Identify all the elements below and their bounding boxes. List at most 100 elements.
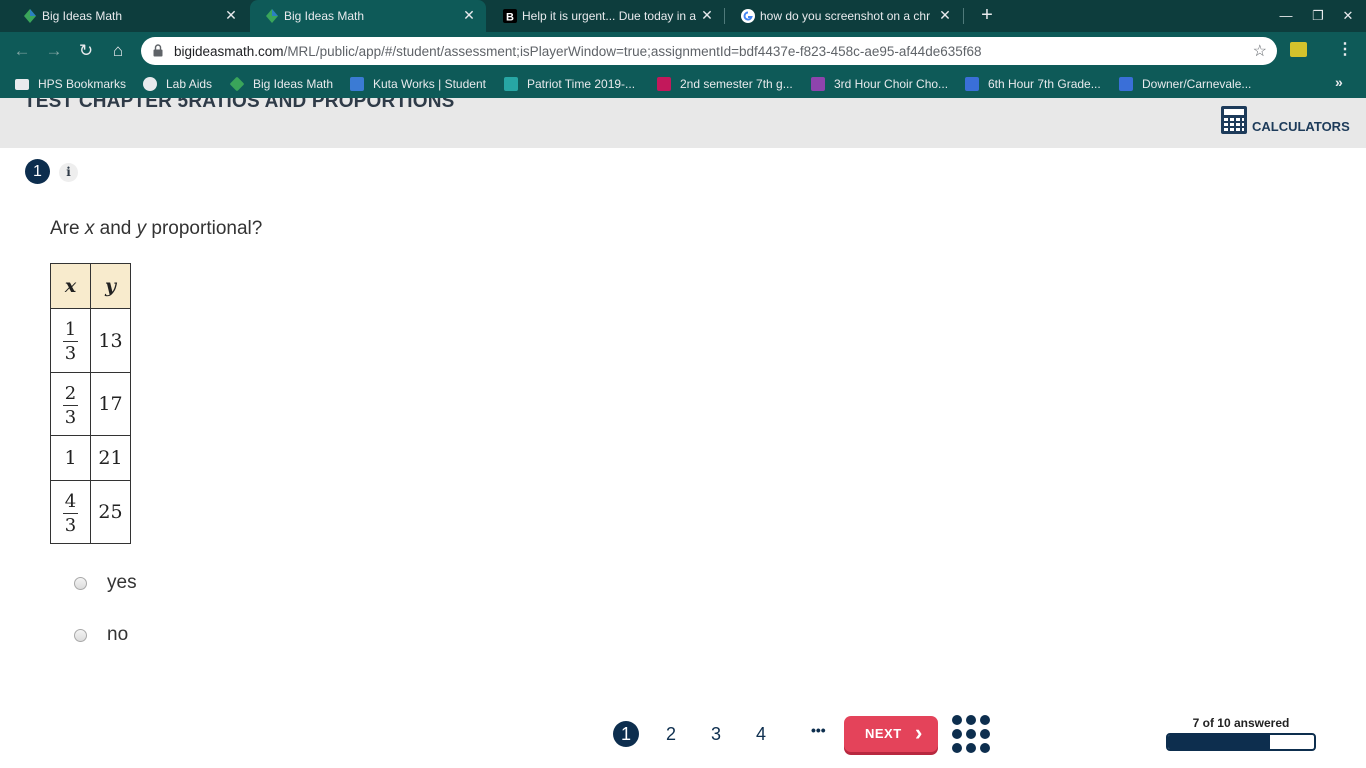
classroom-icon	[811, 77, 825, 91]
table-row: 13 13	[50, 308, 131, 373]
browser-tab-4[interactable]: how do you screenshot on a chr ✕	[726, 0, 962, 32]
question-prompt: Are x and y proportional?	[50, 218, 262, 240]
classroom-icon	[965, 77, 979, 91]
more-pages-button[interactable]: •••	[811, 722, 826, 738]
browser-tab-3[interactable]: B Help it is urgent... Due today in a ✕	[488, 0, 724, 32]
assessment-header: TEST CHAPTER 5RATIOS AND PROPORTIONS CAL…	[0, 98, 1366, 148]
bookmark-patriot-time[interactable]: Patriot Time 2019-...	[504, 76, 635, 92]
radio-button-no[interactable]	[74, 628, 87, 642]
url-text: bigideasmath.com/MRL/public/app/#/studen…	[174, 44, 982, 59]
page-button-3[interactable]: 3	[703, 721, 729, 747]
question-grid-icon[interactable]	[952, 715, 990, 753]
classroom-icon	[657, 77, 671, 91]
classroom-icon	[1119, 77, 1133, 91]
fraction-numerator: 4	[62, 490, 79, 514]
bookmark-label: Patriot Time 2019-...	[527, 77, 636, 91]
grid-dot	[980, 729, 990, 739]
bookmark-3rd-hour-choir[interactable]: 3rd Hour Choir Cho...	[811, 76, 948, 92]
table-row: 23 17	[50, 372, 131, 436]
globe-icon	[143, 77, 157, 91]
prompt-text: proportional?	[146, 218, 263, 239]
prompt-text: and	[94, 218, 137, 239]
page-button-4[interactable]: 4	[748, 721, 774, 747]
tab-separator	[963, 8, 964, 24]
browser-tab-strip: Big Ideas Math ✕ Big Ideas Math ✕ B Help…	[0, 0, 1366, 32]
bookmark-lab-aids[interactable]: Lab Aids	[143, 76, 212, 92]
close-window-icon[interactable]: ✕	[1336, 6, 1360, 26]
close-tab-icon[interactable]: ✕	[222, 6, 240, 24]
ratio-table: x y 13 13 23 17 1 21 43 25	[50, 263, 131, 544]
classroom-icon	[504, 77, 518, 91]
fraction: 23	[62, 384, 79, 428]
bookmark-6th-hour[interactable]: 6th Hour 7th Grade...	[965, 76, 1101, 92]
close-tab-icon[interactable]: ✕	[698, 6, 716, 24]
grid-dot	[966, 729, 976, 739]
browser-toolbar: ← → ↻ ⌂ bigideasmath.com/MRL/public/app/…	[0, 32, 1366, 70]
tab-title: Help it is urgent... Due today in a	[522, 9, 696, 23]
test-title: TEST CHAPTER 5RATIOS AND PROPORTIONS	[24, 98, 455, 112]
fraction: 13	[62, 319, 79, 364]
bookmark-label: HPS Bookmarks	[38, 77, 127, 91]
table-cell-y: 21	[90, 435, 131, 481]
browser-tab-1[interactable]: Big Ideas Math ✕	[8, 0, 248, 32]
grid-dot	[980, 715, 990, 725]
new-tab-button[interactable]: +	[976, 4, 998, 26]
back-arrow-icon[interactable]: ←	[10, 39, 34, 63]
bookmark-star-icon[interactable]: ☆	[1253, 41, 1267, 61]
info-icon[interactable]: i	[59, 163, 78, 182]
bookmark-label: Lab Aids	[166, 77, 213, 91]
choice-no[interactable]: no	[74, 623, 128, 647]
bookmark-downer-carnevale[interactable]: Downer/Carnevale...	[1119, 76, 1251, 92]
bookmark-kuta-works[interactable]: Kuta Works | Student	[350, 76, 486, 92]
choice-yes[interactable]: yes	[74, 571, 137, 595]
bookmark-2nd-semester[interactable]: 2nd semester 7th g...	[657, 76, 793, 92]
big-ideas-math-icon	[229, 76, 245, 92]
progress-bar	[1166, 733, 1316, 751]
extension-icon[interactable]	[1290, 42, 1307, 57]
bookmark-big-ideas-math[interactable]: Big Ideas Math	[229, 76, 333, 92]
bookmark-label: Kuta Works | Student	[373, 77, 486, 91]
forward-arrow-icon[interactable]: →	[42, 39, 66, 63]
progress-label: 7 of 10 answered	[1192, 716, 1290, 730]
home-icon[interactable]: ⌂	[106, 39, 130, 63]
page-button-2[interactable]: 2	[658, 721, 684, 747]
fraction-denominator: 3	[64, 406, 77, 428]
tab-title: Big Ideas Math	[284, 9, 365, 23]
close-tab-icon[interactable]: ✕	[460, 6, 478, 24]
lock-icon	[153, 44, 163, 57]
next-button[interactable]: NEXT ›	[844, 716, 938, 752]
calculators-button[interactable]: CALCULATORS	[1220, 105, 1350, 135]
more-bookmarks-icon[interactable]: »	[1335, 74, 1343, 90]
restore-window-icon[interactable]: ❐	[1306, 6, 1330, 26]
fraction-numerator: 1	[62, 319, 79, 342]
address-bar[interactable]: bigideasmath.com/MRL/public/app/#/studen…	[141, 37, 1277, 65]
bookmark-hps-bookmarks[interactable]: HPS Bookmarks	[15, 76, 126, 92]
grid-dot	[952, 743, 962, 753]
svg-text:B: B	[506, 12, 514, 24]
folder-icon	[15, 78, 29, 90]
table-cell-x: 1	[50, 435, 91, 481]
grid-dot	[966, 715, 976, 725]
grid-dot	[952, 729, 962, 739]
prompt-text: Are	[50, 218, 85, 239]
brainly-icon: B	[503, 9, 517, 24]
radio-button-yes[interactable]	[74, 576, 87, 590]
browser-tab-2[interactable]: Big Ideas Math ✕	[250, 0, 486, 32]
fraction-denominator: 3	[64, 343, 77, 364]
url-path: /MRL/public/app/#/student/assessment;isP…	[283, 44, 982, 59]
column-header-x: x	[50, 263, 91, 309]
minimize-window-icon[interactable]: —	[1274, 6, 1298, 26]
table-header-row: x y	[50, 263, 131, 309]
bookmark-label: 6th Hour 7th Grade...	[988, 77, 1101, 91]
reload-icon[interactable]: ↻	[74, 39, 98, 63]
fraction: 43	[62, 490, 79, 535]
progress-bar-fill	[1168, 735, 1271, 749]
bookmark-label: 2nd semester 7th g...	[680, 77, 793, 91]
choice-label: yes	[107, 572, 137, 593]
question-number-badge: 1	[25, 159, 50, 184]
table-cell-y: 17	[90, 372, 131, 436]
browser-menu-icon[interactable]: ⋮	[1337, 40, 1353, 60]
close-tab-icon[interactable]: ✕	[936, 6, 954, 24]
next-label: NEXT	[865, 726, 902, 741]
page-button-1[interactable]: 1	[613, 721, 639, 747]
